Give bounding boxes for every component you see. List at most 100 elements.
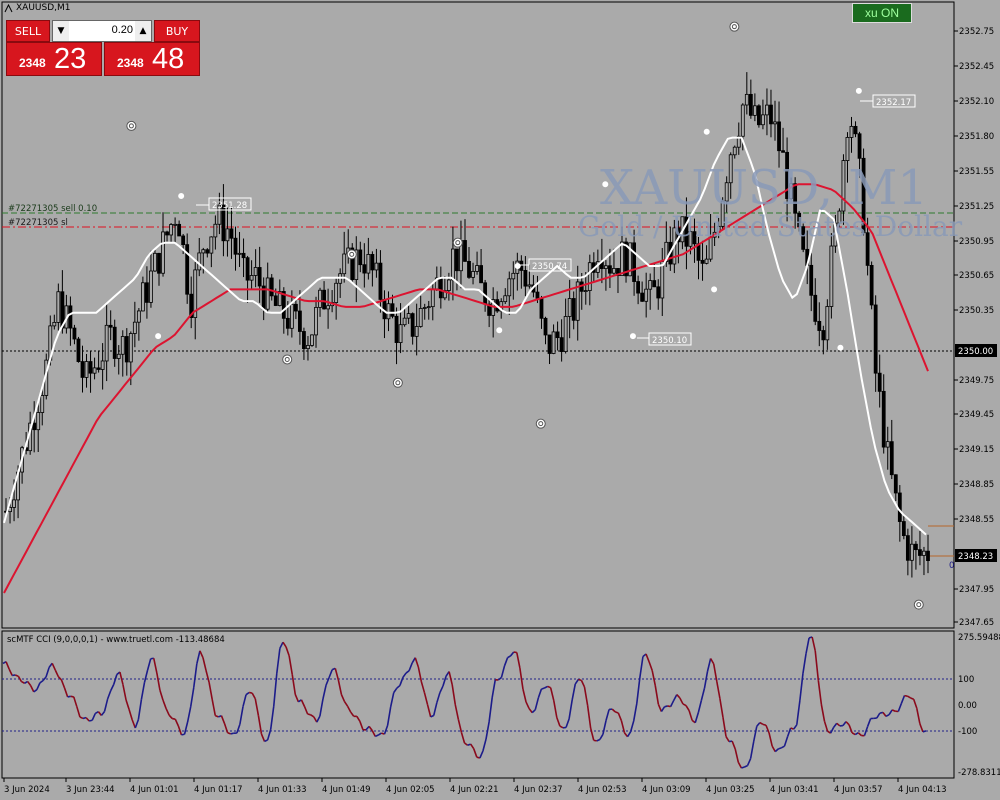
time-tick-label: 3 Jun 2024 (4, 785, 50, 795)
swing-point-marker (913, 599, 924, 610)
bull-candle (84, 361, 89, 378)
time-tick-label: 4 Jun 02:37 (514, 785, 563, 795)
time-tick-label: 4 Jun 03:41 (770, 785, 819, 795)
sell-price-button[interactable]: 2348 23 (6, 42, 102, 76)
bull-candle (402, 317, 407, 326)
bear-candle (229, 228, 234, 239)
bear-candle (636, 281, 641, 294)
sell-button[interactable]: SELL (6, 20, 50, 42)
swing-point-marker (711, 286, 718, 293)
indicator-title: scMTF CCI (9,0,0,0,1) - www.truetl.com -… (7, 635, 225, 645)
bull-candle (765, 104, 769, 116)
system-menu-icon[interactable] (4, 4, 13, 13)
bear-candle (438, 277, 443, 299)
bear-candle (656, 286, 661, 299)
bear-candle (914, 543, 918, 551)
watermark-symbol: XAUUSD, M1 (600, 160, 928, 216)
bear-candle (873, 304, 878, 374)
swing-point-marker (392, 377, 403, 388)
bear-candle (769, 104, 773, 125)
bull-candle (136, 310, 141, 323)
bear-candle (781, 150, 785, 153)
bull-candle (451, 248, 455, 281)
bear-candle (112, 326, 117, 359)
svg-text:0.00: 0.00 (958, 701, 977, 711)
bull-candle (503, 295, 508, 303)
bull-candle (253, 267, 258, 276)
cci-segment (904, 694, 908, 697)
bear-candle (463, 240, 467, 262)
swing-point-marker (629, 333, 636, 340)
xu-toggle-button[interactable]: xu ON (852, 3, 912, 23)
swing-point-marker (855, 87, 862, 94)
bear-candle (881, 390, 886, 448)
price-tick-label: 2349.45 (959, 410, 994, 420)
bear-candle (813, 294, 818, 322)
bear-candle (539, 297, 544, 319)
bear-candle (869, 265, 874, 306)
cci-segment (70, 695, 74, 698)
bear-candle (108, 324, 113, 328)
time-tick-label: 4 Jun 02:21 (450, 785, 499, 795)
time-tick-label: 4 Jun 01:49 (322, 785, 371, 795)
bull-candle (587, 262, 592, 291)
bear-candle (893, 474, 898, 494)
buy-button[interactable]: BUY (154, 20, 200, 42)
sell-price-prefix: 2348 (19, 56, 46, 70)
bear-candle (390, 303, 395, 317)
svg-text:-278.83116: -278.83116 (958, 768, 1000, 778)
lot-increase-icon[interactable]: ▲ (135, 21, 151, 41)
bull-candle (829, 245, 834, 307)
bear-candle (80, 361, 85, 378)
bull-candle (471, 271, 475, 278)
bull-candle (161, 231, 165, 274)
bear-candle (853, 125, 858, 135)
bull-candle (612, 268, 616, 274)
bull-candle (173, 223, 178, 226)
bull-candle (761, 114, 765, 126)
price-tick-label: 2349.15 (959, 445, 994, 455)
bear-candle (269, 277, 274, 297)
svg-text:100: 100 (958, 675, 974, 685)
bear-candle (889, 441, 894, 476)
price-tick-label: 2351.80 (959, 132, 994, 142)
bear-candle (293, 303, 298, 312)
price-tick-label: 2348.85 (959, 480, 994, 490)
bear-candle (926, 550, 930, 561)
swing-point-marker (178, 192, 185, 199)
cci-segment (741, 766, 745, 769)
lot-size-value[interactable]: 0.20 (71, 24, 133, 36)
cci-segment (181, 733, 185, 736)
swing-point-marker (514, 263, 521, 270)
bear-candle (821, 330, 826, 341)
bull-candle (289, 303, 294, 329)
bull-candle (583, 290, 588, 292)
cci-segment (248, 691, 253, 694)
bear-candle (523, 270, 528, 287)
bear-candle (205, 249, 210, 254)
price-chart-frame (1, 1, 955, 629)
time-tick-label: 4 Jun 02:53 (578, 785, 627, 795)
bear-candle (370, 254, 375, 271)
sell-price-pips: 23 (54, 43, 87, 75)
bear-candle (877, 372, 882, 392)
price-tick-label: 2351.55 (959, 167, 994, 177)
bear-candle (467, 260, 471, 278)
bear-candle (362, 264, 367, 274)
bull-candle (386, 303, 391, 320)
bull-candle (153, 252, 157, 272)
lot-decrease-icon[interactable]: ▼ (53, 21, 69, 41)
bull-candle (366, 254, 371, 274)
bear-candle (165, 231, 169, 236)
bear-candle (479, 265, 483, 284)
bear-candle (358, 249, 363, 266)
bear-candle (455, 248, 459, 272)
bull-candle (169, 224, 173, 236)
bear-candle (700, 259, 705, 264)
bull-candle (128, 333, 133, 363)
buy-price-button[interactable]: 2348 48 (104, 42, 200, 76)
lot-size-field[interactable]: ▼ 0.20 ▲ (52, 20, 152, 42)
bull-candle (849, 125, 854, 138)
bear-candle (378, 262, 383, 300)
bear-candle (555, 331, 560, 339)
